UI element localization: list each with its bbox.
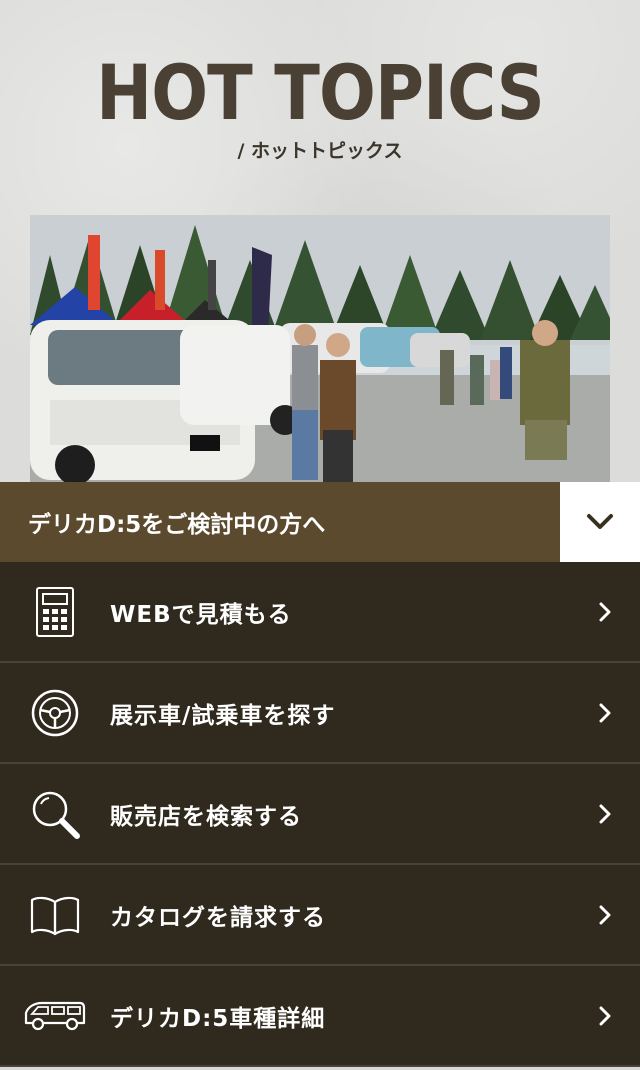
menu-item-label: 展示車/試乗車を探す — [110, 702, 336, 729]
consideration-toggle-label: デリカD:5をご検討中の方へ — [28, 512, 326, 538]
van-icon — [24, 1001, 86, 1030]
event-photo-illustration — [30, 215, 610, 482]
hot-topics-subtitle: / ホットトピックス — [237, 140, 403, 162]
chevron-right-icon — [599, 1006, 611, 1025]
menu-item-model-details[interactable]: デリカD:5車種詳細 — [0, 966, 640, 1067]
book-icon — [30, 896, 80, 935]
chevron-down-icon — [587, 514, 613, 529]
action-menu: WEBで見積もる 展示車/試乗車を探す 販売店を検索する カタログを請求する デ… — [0, 562, 640, 1067]
toggle-expand-button[interactable] — [560, 482, 640, 562]
menu-item-find-test-car[interactable]: 展示車/試乗車を探す — [0, 663, 640, 764]
steering-wheel-icon — [31, 689, 79, 736]
hot-topics-section: HOT TOPICS / ホットトピックス — [0, 0, 640, 482]
chevron-right-icon — [599, 703, 611, 722]
chevron-right-icon — [599, 804, 611, 823]
consideration-toggle-bar[interactable]: デリカD:5をご検討中の方へ — [0, 482, 640, 562]
chevron-right-icon — [599, 602, 611, 621]
page: HOT TOPICS / ホットトピックス デリカD:5をご検討中の方へ WEB… — [0, 0, 640, 1070]
menu-item-request-catalog[interactable]: カタログを請求する — [0, 865, 640, 966]
calculator-icon — [36, 586, 74, 637]
menu-item-label: デリカD:5車種詳細 — [110, 1005, 326, 1032]
menu-item-label: WEBで見積もる — [110, 601, 292, 628]
chevron-right-icon — [599, 905, 611, 924]
hot-topics-title: HOT TOPICS — [96, 48, 545, 137]
menu-item-label: 販売店を検索する — [110, 803, 302, 830]
menu-item-search-dealer[interactable]: 販売店を検索する — [0, 764, 640, 865]
magnifier-icon — [32, 791, 80, 839]
topic-photo[interactable] — [30, 215, 610, 482]
menu-item-web-estimate[interactable]: WEBで見積もる — [0, 562, 640, 663]
menu-item-label: カタログを請求する — [110, 904, 326, 931]
